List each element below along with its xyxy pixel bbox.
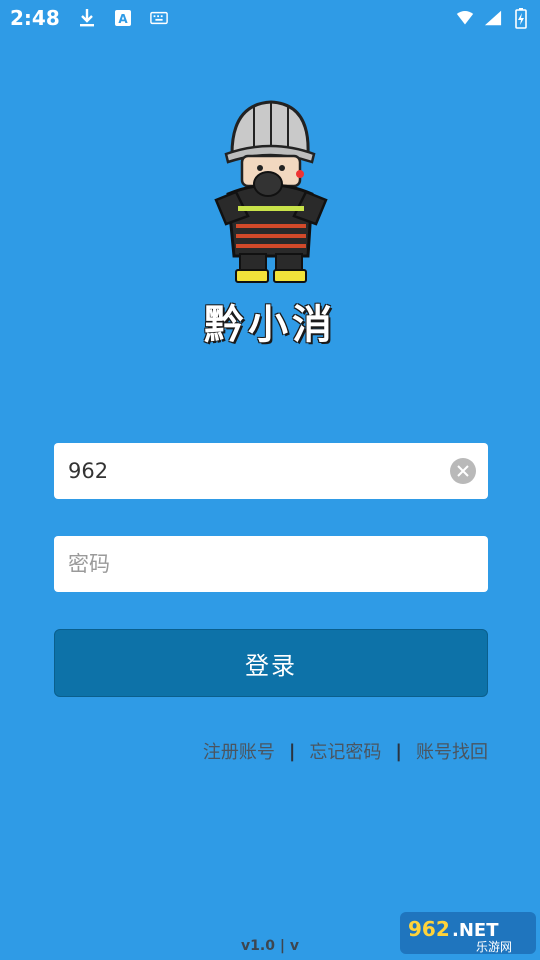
status-bar: 2:48 A: [0, 0, 540, 36]
account-links: 注册账号 | 忘记密码 | 账号找回: [203, 738, 488, 764]
password-field[interactable]: [54, 536, 488, 592]
password-input[interactable]: [66, 551, 476, 577]
svg-text:A: A: [118, 12, 128, 26]
link-separator: |: [288, 740, 296, 762]
svg-text:.NET: .NET: [452, 920, 499, 941]
download-icon: [78, 9, 96, 27]
username-input[interactable]: [66, 458, 450, 484]
status-time: 2:48: [10, 6, 60, 30]
battery-charging-icon: [512, 8, 530, 29]
svg-text:乐游网: 乐游网: [476, 940, 512, 954]
link-separator: |: [395, 740, 402, 762]
register-link[interactable]: 注册账号: [203, 738, 275, 764]
forgot-password-link[interactable]: 忘记密码: [309, 738, 381, 764]
clear-icon[interactable]: [450, 458, 476, 484]
keyboard-icon: [149, 9, 168, 27]
login-button[interactable]: 登录: [54, 629, 488, 697]
svg-text:962: 962: [408, 917, 450, 941]
status-right: [456, 8, 530, 29]
username-field[interactable]: [54, 443, 488, 499]
signal-icon: [484, 9, 502, 27]
wifi-icon: [456, 9, 474, 27]
app-name-title: 黔小消: [204, 302, 336, 348]
text-a-icon: A: [114, 9, 132, 27]
status-left: 2:48 A: [10, 6, 168, 30]
recover-account-link[interactable]: 账号找回: [416, 738, 488, 764]
watermark-logo: 962 .NET 乐游网: [400, 910, 536, 956]
firefighter-mascot-image: [196, 96, 346, 286]
